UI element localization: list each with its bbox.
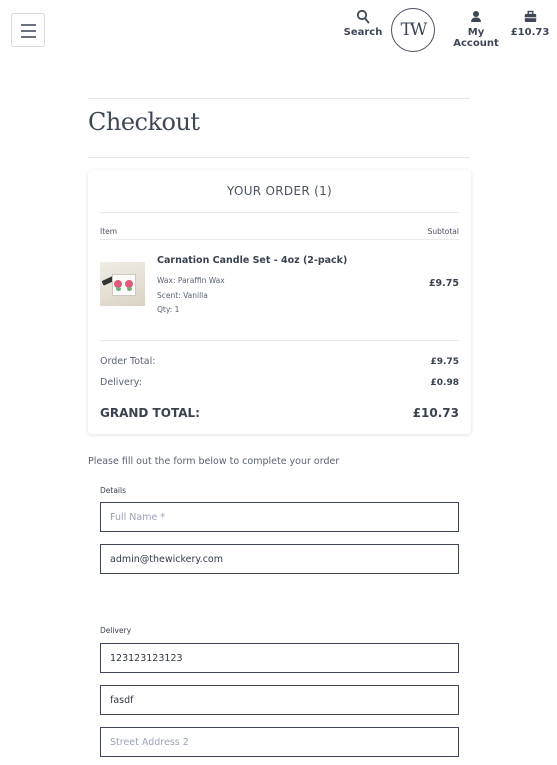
search-label: Search <box>343 27 383 38</box>
divider <box>88 98 470 99</box>
hamburger-icon-line <box>21 30 36 32</box>
site-logo[interactable]: TW <box>391 8 435 52</box>
order-total-label: Order Total: <box>100 356 156 367</box>
grand-total-label: GRAND TOTAL: <box>100 406 200 420</box>
product-scent: Scent: Vanilla <box>157 291 208 300</box>
briefcase-icon <box>524 10 536 22</box>
order-summary-card: YOUR ORDER (1) Item Subtotal Carnation C… <box>88 170 471 434</box>
cart-button[interactable]: £10.73 <box>510 9 550 38</box>
menu-button[interactable] <box>11 13 45 47</box>
details-section-label: Details <box>100 486 127 495</box>
delivery-value: £0.98 <box>430 378 459 388</box>
item-column-header: Item <box>100 227 118 236</box>
order-summary-title: YOUR ORDER (1) <box>226 184 332 198</box>
delivery-section-label: Delivery <box>100 626 132 635</box>
order-total-value: £9.75 <box>430 357 459 367</box>
street-address-2-field[interactable] <box>100 727 459 757</box>
product-wax: Wax: Paraffin Wax <box>157 276 225 285</box>
email-field[interactable] <box>100 544 459 574</box>
search-button[interactable]: Search <box>342 9 384 38</box>
street-address-1-field[interactable] <box>100 685 459 715</box>
form-intro: Please fill out the form below to comple… <box>88 456 340 467</box>
account-button[interactable]: My Account <box>446 9 506 49</box>
full-name-field[interactable] <box>100 502 459 532</box>
account-label: My Account <box>453 27 499 49</box>
product-price: £9.75 <box>428 278 459 289</box>
product-image[interactable] <box>100 262 145 306</box>
product-qty: Qty: 1 <box>157 305 180 314</box>
divider <box>100 212 459 213</box>
page-title: Checkout <box>88 108 200 136</box>
divider <box>88 157 470 158</box>
search-icon <box>356 9 370 24</box>
divider <box>100 340 459 341</box>
cart-total: £10.73 <box>510 27 550 38</box>
subtotal-column-header: Subtotal <box>427 227 459 236</box>
delivery-label: Delivery: <box>100 377 142 388</box>
hamburger-icon-line <box>21 24 36 26</box>
phone-field[interactable] <box>100 643 459 673</box>
user-icon <box>471 11 481 22</box>
divider <box>100 239 459 240</box>
grand-total-value: £10.73 <box>412 406 459 420</box>
product-name[interactable]: Carnation Candle Set - 4oz (2-pack) <box>157 255 347 266</box>
hamburger-icon-line <box>21 36 36 38</box>
